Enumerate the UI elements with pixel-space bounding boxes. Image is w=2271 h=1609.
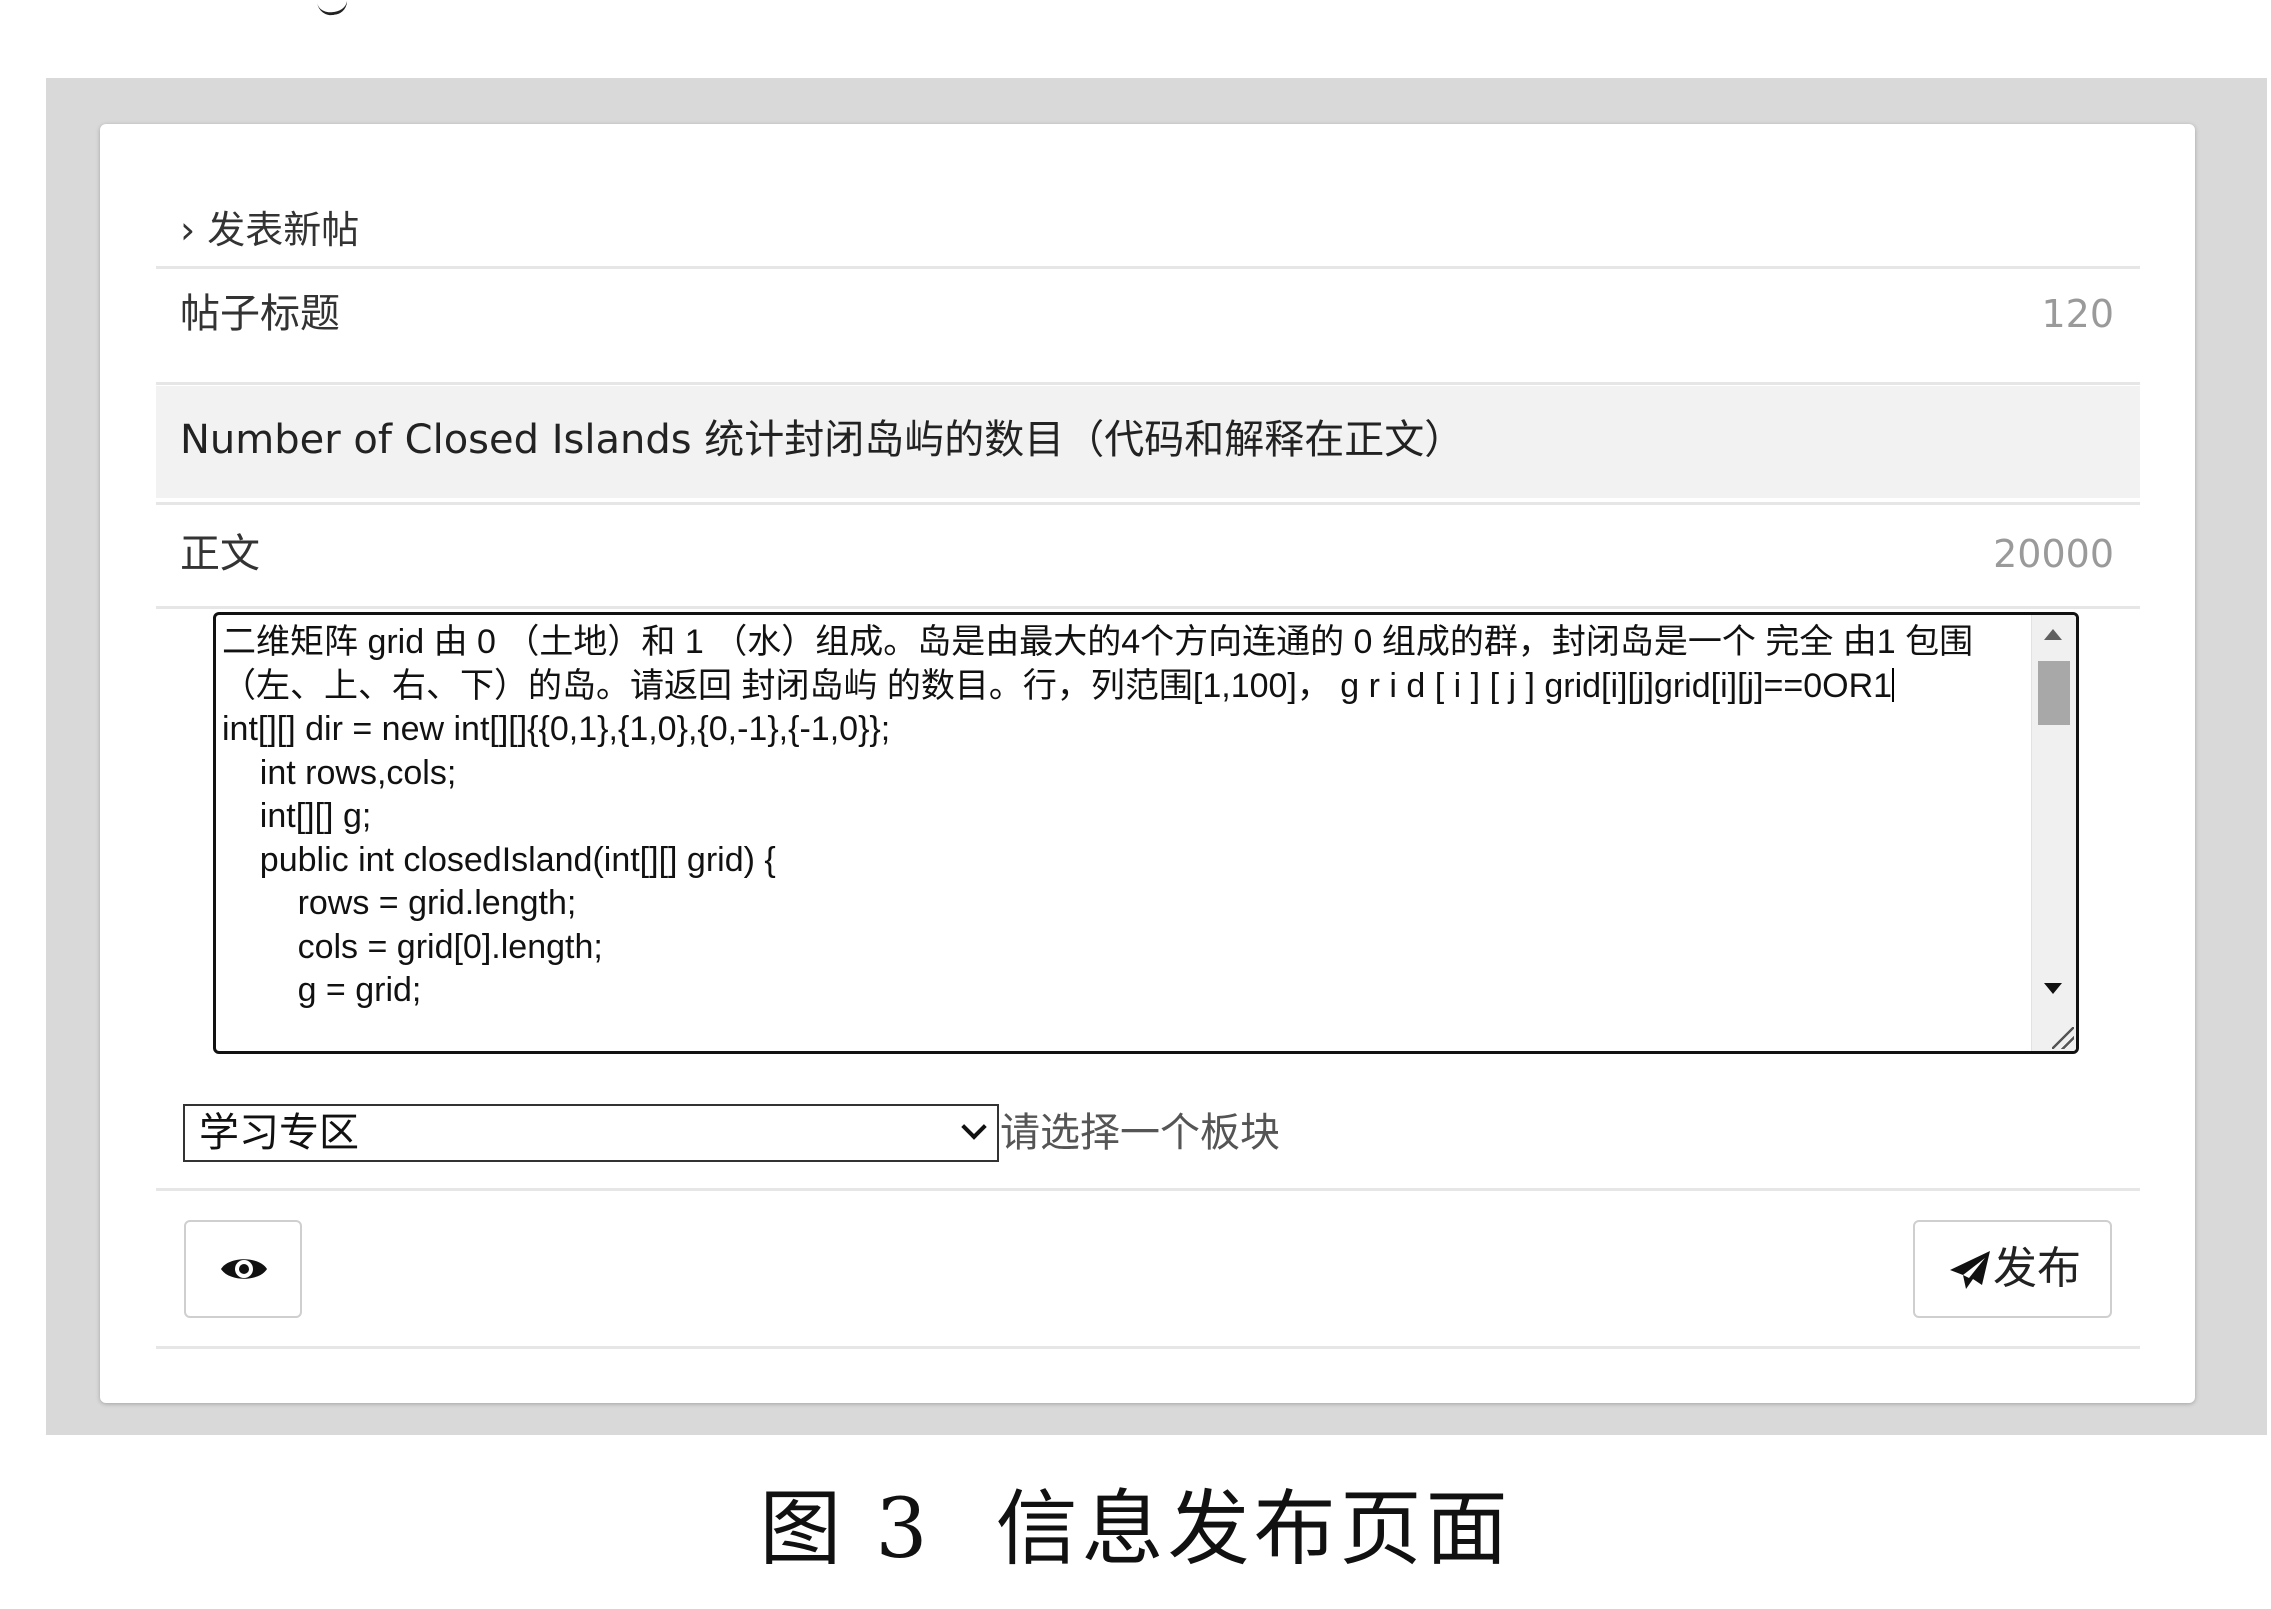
eye-icon	[221, 1259, 267, 1279]
divider	[156, 502, 2140, 505]
body-textarea[interactable]: 二维矩阵 grid 由 0 （土地）和 1 （水）组成。岛是由最大的4个方向连通…	[213, 612, 2079, 1054]
section-select-value: 学习专区	[199, 1110, 359, 1156]
title-char-limit: 120	[2041, 292, 2114, 336]
scroll-down-arrow-icon[interactable]	[2044, 983, 2062, 994]
chevron-down-icon	[961, 1114, 987, 1140]
paper-plane-icon	[1950, 1251, 1990, 1289]
body-label: 正文	[180, 531, 260, 577]
figure-caption: 图 3 信息发布页面	[0, 1470, 2271, 1590]
divider	[156, 382, 2140, 385]
scrollbar-thumb[interactable]	[2038, 661, 2070, 725]
divider	[156, 266, 2140, 269]
scroll-up-arrow-icon[interactable]	[2044, 629, 2062, 640]
page-fragment-mark	[317, 0, 349, 18]
divider	[156, 1188, 2140, 1191]
title-input-value[interactable]: Number of Closed Islands 统计封闭岛屿的数目（代码和解释…	[180, 410, 1464, 470]
resize-grip-icon[interactable]	[2052, 1027, 2074, 1049]
body-textarea-content[interactable]: 二维矩阵 grid 由 0 （土地）和 1 （水）组成。岛是由最大的4个方向连通…	[222, 621, 2040, 1013]
divider	[156, 606, 2140, 609]
textarea-scrollbar[interactable]	[2031, 615, 2076, 1051]
body-text-after-caret: int[][] dir = new int[][]{{0,1},{1,0},{0…	[222, 710, 891, 1009]
publish-button[interactable]: 发布	[1913, 1220, 2112, 1318]
figure-number: 图 3	[759, 1482, 932, 1577]
section-select-hint: 请选择一个板块	[1000, 1110, 1280, 1156]
title-label: 帖子标题	[180, 291, 340, 337]
body-text-before-caret: 二维矩阵 grid 由 0 （土地）和 1 （水）组成。岛是由最大的4个方向连通…	[222, 623, 1974, 705]
form-heading: › 发表新帖	[180, 208, 360, 252]
publish-button-label: 发布	[1993, 1243, 2081, 1294]
text-caret	[1892, 667, 1895, 702]
body-char-limit: 20000	[1993, 532, 2114, 576]
preview-button[interactable]	[184, 1220, 302, 1318]
section-select[interactable]: 学习专区	[183, 1104, 999, 1162]
figure-title: 信息发布页面	[995, 1482, 1512, 1577]
divider	[156, 1346, 2140, 1349]
